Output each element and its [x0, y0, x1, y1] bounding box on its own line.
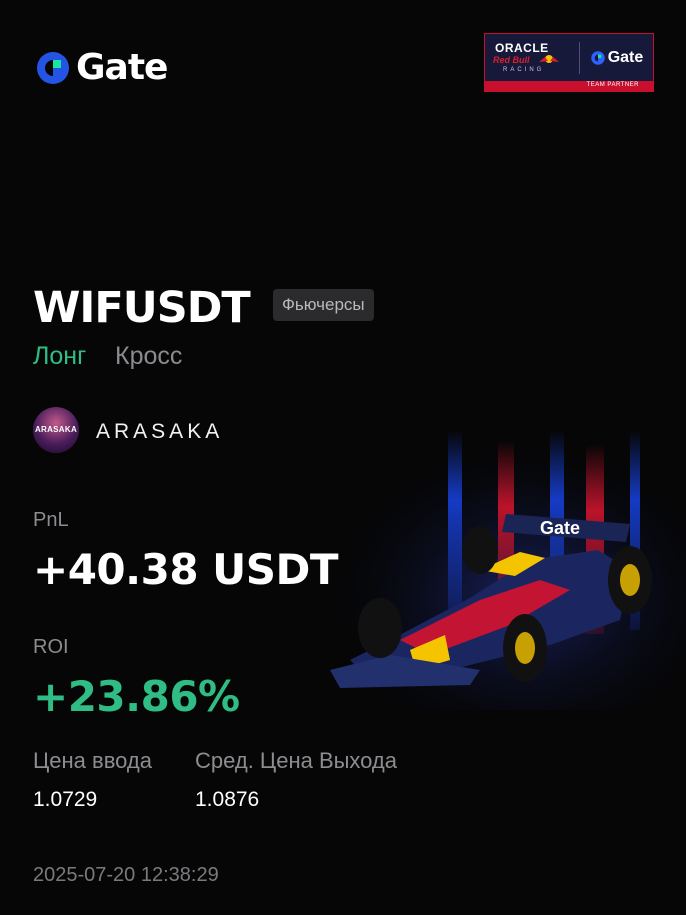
light-beam-blue	[448, 430, 462, 630]
red-bull-icon	[539, 55, 559, 63]
team-partner-caption: TEAM PARTNER	[586, 82, 639, 88]
entry-price-value: 1.0729	[33, 788, 98, 811]
pnl-value: +40.38 USDT	[33, 545, 339, 594]
futures-tag: Фьючерсы	[273, 289, 374, 321]
front-right-wheel	[462, 526, 498, 574]
f1-car-illustration: Gate	[330, 430, 686, 710]
roi-value: +23.86%	[33, 672, 240, 721]
car-wing-livery: Gate	[540, 518, 580, 538]
gate-logo-icon	[37, 52, 69, 84]
trading-pair: WIFUSDT	[33, 283, 251, 333]
avatar: ARASAKA	[33, 407, 79, 453]
front-left-wheel	[358, 598, 402, 658]
pnl-share-card: Gate ORACLE Red Bull RACING Gate TEAM PA…	[0, 0, 686, 915]
red-bull-text: Red Bull	[493, 55, 530, 65]
badge-gate-text: Gate	[607, 49, 644, 66]
gate-logo-text: Gate	[76, 47, 168, 88]
margin-mode: Кросс	[115, 342, 183, 370]
username: ARASAKA	[96, 420, 224, 443]
pnl-label: PnL	[33, 509, 69, 531]
badge-gate-logo: Gate	[580, 49, 653, 67]
team-partner-badge: ORACLE Red Bull RACING Gate TEAM PARTNER	[484, 33, 654, 92]
timestamp: 2025-07-20 12:38:29	[33, 864, 219, 886]
position-side: Лонг	[33, 342, 87, 370]
avatar-text: ARASAKA	[34, 425, 78, 434]
roi-label: ROI	[33, 636, 69, 658]
racing-text: RACING	[503, 67, 545, 73]
gate-mini-icon	[590, 51, 605, 65]
exit-price-label: Сред. Цена Выхода	[195, 748, 398, 773]
gate-logo: Gate	[34, 46, 168, 90]
entry-price-label: Цена ввода	[33, 748, 152, 773]
exit-price-value: 1.0876	[195, 788, 260, 811]
